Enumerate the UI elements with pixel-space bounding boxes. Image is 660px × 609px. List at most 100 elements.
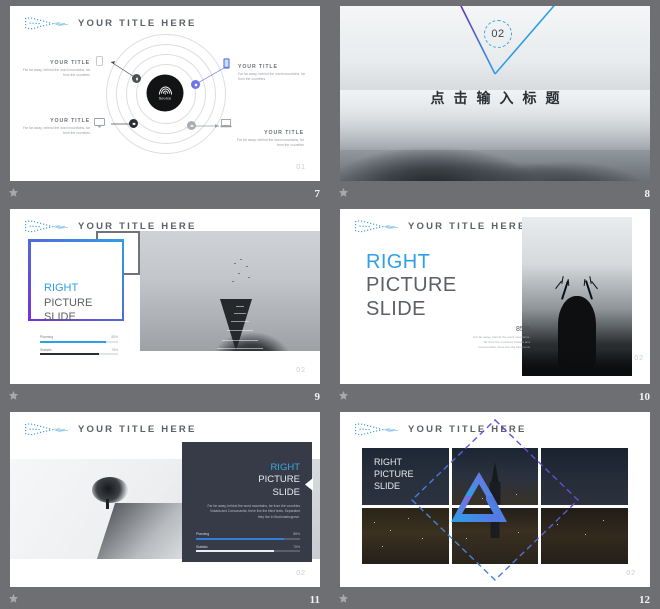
slide-title: YOUR TITLE HERE	[408, 221, 527, 232]
thumb-page-number: 8	[644, 188, 651, 200]
slide-cell-12[interactable]: YOUR TITLE HERE RIGHT PICTURE SLIDE 02 1…	[330, 406, 660, 609]
slide-cell-9[interactable]: YOUR TITLE HERE RIGHT PICTURE SLIDE Plan…	[0, 203, 330, 406]
slide-8[interactable]: 02 点击输入标题	[340, 6, 650, 181]
feature-body: Far far away, behind the word mountains,…	[22, 68, 90, 78]
bar-label: Statistic	[40, 347, 52, 352]
heading-line-2: PICTURE	[366, 274, 457, 297]
heading-line-1: RIGHT	[374, 457, 402, 467]
penrose-triangle-icon	[451, 472, 507, 522]
bar-percent: 75%	[293, 544, 300, 549]
star-icon[interactable]	[338, 390, 349, 401]
bar-label: Planning	[196, 532, 210, 536]
slide-cell-8[interactable]: 02 点击输入标题 8	[330, 0, 660, 203]
panel-body-text: Far far away, behind the word mountains,…	[207, 504, 300, 519]
thumb-page-number: 11	[309, 594, 320, 606]
slide-heading: RIGHT PICTURE SLIDE	[374, 456, 414, 492]
bar-fill	[196, 537, 285, 540]
thumb-page-number: 12	[639, 594, 650, 606]
bar-percent: 85%	[293, 532, 300, 536]
monitor-icon	[94, 118, 105, 128]
thumb-footer: 9	[0, 383, 330, 405]
deer-head	[568, 296, 586, 318]
bar-fill	[196, 550, 274, 552]
slide-10[interactable]: YOUR TITLE HERE RIGHT PICTURE SLIDE + 85…	[340, 209, 650, 384]
node-tablet	[191, 80, 200, 89]
star-icon[interactable]	[338, 593, 349, 604]
star-icon[interactable]	[8, 390, 19, 401]
laptop-icon	[220, 119, 232, 128]
feature-block-1: YOUR TITLE Far far away, behind the word…	[22, 60, 90, 79]
progress-bar-row: Statistic 75%	[40, 347, 118, 355]
feature-body: Far far away, behind the word mountains,…	[238, 72, 306, 82]
dotted-arrow-logo	[355, 220, 399, 233]
panel-notch	[305, 478, 313, 491]
slide-7[interactable]: YOUR TITLE HERE Source YOUR TITLE Far fa…	[10, 6, 320, 181]
bar-percent: 85%	[111, 335, 118, 339]
slide-corner-number: 02	[296, 367, 306, 374]
bar-fill	[40, 353, 99, 355]
slide-corner-number: 01	[296, 164, 306, 171]
feature-heading: YOUR TITLE	[264, 130, 304, 136]
thumb-footer: 7	[0, 180, 330, 202]
thumb-page-number: 7	[314, 188, 321, 200]
heading-line-2: PICTURE	[374, 469, 414, 480]
feature-block-2: YOUR TITLE Far far away, behind the word…	[238, 64, 306, 83]
slide-cell-11[interactable]: YOUR TITLE HERE RIGHT PICTURE SLIDE Far …	[0, 406, 330, 609]
stat-body: Far far away, behind the word mountains,…	[473, 335, 530, 349]
progress-bar-group: Planning 85% Statistic 75%	[40, 335, 118, 360]
slide-thumbnail-grid: YOUR TITLE HERE Source YOUR TITLE Far fa…	[0, 0, 660, 609]
stat-block: + 85% Far far away, behind the word moun…	[472, 321, 530, 350]
progress-bar-row: Planning 85%	[40, 335, 118, 343]
bar-track	[40, 340, 118, 343]
bar-track	[196, 550, 300, 552]
star-icon[interactable]	[338, 187, 349, 198]
stat-value: 85%	[515, 326, 530, 333]
wifi-icon	[158, 86, 172, 95]
bar-track	[196, 537, 300, 540]
thumb-footer: 8	[330, 180, 660, 202]
star-icon[interactable]	[8, 187, 19, 198]
tree-trunk	[106, 499, 109, 509]
heading-line-1: RIGHT	[270, 462, 300, 473]
tablet-icon	[223, 58, 230, 69]
stat-plus: +	[528, 321, 530, 325]
dark-text-panel: RIGHT PICTURE SLIDE Far far away, behind…	[182, 442, 313, 562]
bar-percent: 75%	[111, 347, 118, 352]
slide-9[interactable]: YOUR TITLE HERE RIGHT PICTURE SLIDE Plan…	[10, 209, 320, 384]
slide-12[interactable]: YOUR TITLE HERE RIGHT PICTURE SLIDE 02	[340, 412, 650, 587]
thumb-footer: 10	[330, 383, 660, 405]
feature-block-3: YOUR TITLE Far far away, behind the word…	[22, 118, 90, 137]
heading-line-2: PICTURE	[258, 474, 300, 486]
slide-cell-7[interactable]: YOUR TITLE HERE Source YOUR TITLE Far fa…	[0, 0, 330, 203]
bar-label: Statistic	[196, 544, 208, 549]
dotted-arrow-logo	[25, 423, 69, 436]
tree-canopy	[92, 477, 128, 503]
feature-body: Far far away, behind the word mountains,…	[22, 126, 90, 136]
grass-line	[522, 350, 632, 376]
feature-block-4: YOUR TITLE Far far away, behind the word…	[236, 130, 304, 149]
node-laptop	[187, 121, 196, 130]
heading-line-3: SLIDE	[374, 481, 401, 492]
heading-line-3: SLIDE	[44, 311, 76, 324]
heading-line-3: SLIDE	[272, 486, 300, 498]
slide-cell-10[interactable]: YOUR TITLE HERE RIGHT PICTURE SLIDE + 85…	[330, 203, 660, 406]
section-number: 02	[491, 28, 505, 40]
dotted-arrow-logo	[25, 220, 69, 233]
slide-11[interactable]: YOUR TITLE HERE RIGHT PICTURE SLIDE Far …	[10, 412, 320, 587]
feature-heading: YOUR TITLE	[238, 64, 278, 70]
star-icon[interactable]	[8, 593, 19, 604]
slide-heading: RIGHT PICTURE SLIDE	[366, 251, 457, 321]
node-phone	[132, 74, 141, 83]
slide-heading: RIGHT PICTURE SLIDE	[258, 462, 300, 499]
slide-chinese-title: 点击输入标题	[430, 90, 569, 106]
bar-label: Planning	[40, 335, 54, 339]
heading-line-3: SLIDE	[366, 297, 426, 320]
phone-icon	[96, 56, 103, 66]
progress-bar-group: Planning 85% Statistic 75%	[196, 532, 300, 557]
slide-corner-number: 02	[634, 355, 644, 362]
thumb-page-number: 9	[314, 391, 321, 403]
thumb-page-number: 10	[639, 391, 650, 403]
heading-line-2: PICTURE	[44, 296, 93, 309]
bar-fill	[40, 340, 107, 343]
feature-body: Far far away, behind the word mountains,…	[236, 138, 304, 148]
